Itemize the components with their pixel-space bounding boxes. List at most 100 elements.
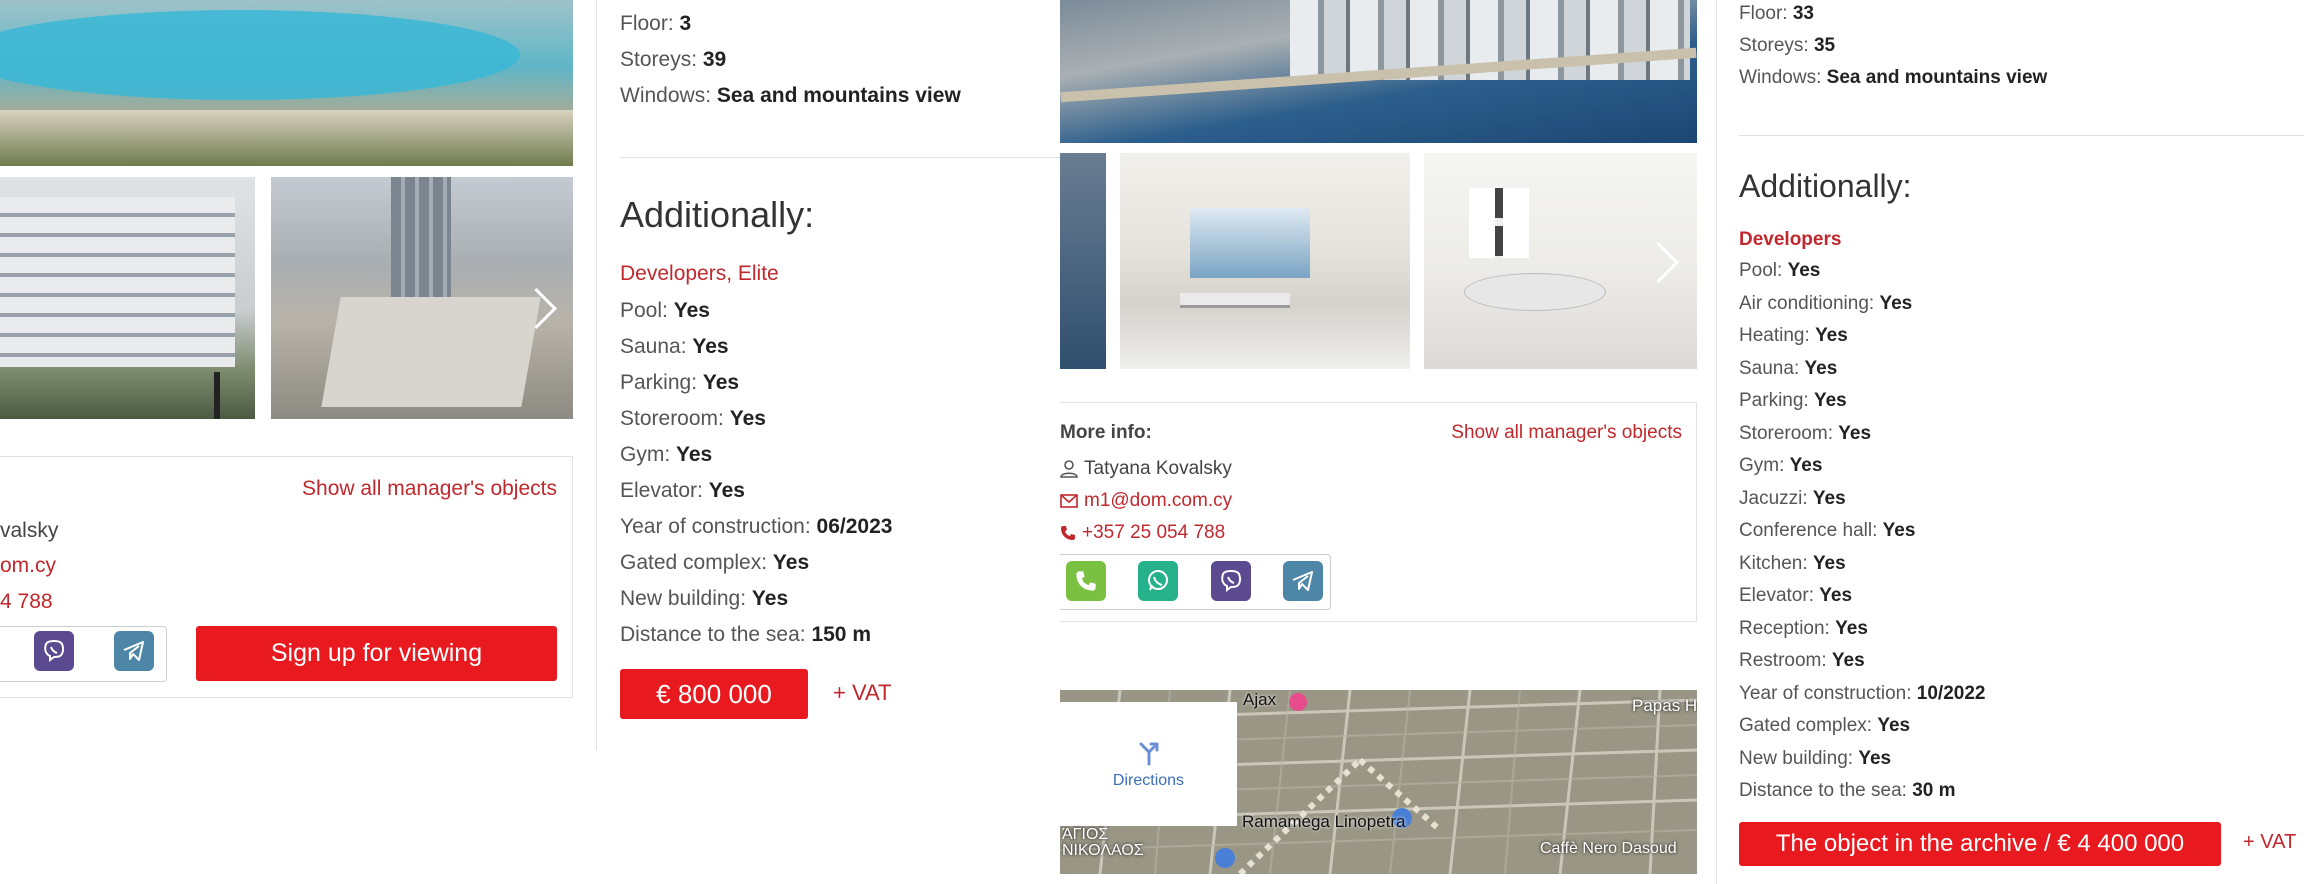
spec-floor: Floor: 3 <box>620 12 692 35</box>
tower-shape <box>391 177 451 297</box>
manager-email-left[interactable]: om.cy <box>0 554 56 578</box>
sign-up-for-viewing-button[interactable]: Sign up for viewing <box>196 626 557 681</box>
spec-windows-right: Windows: Sea and mountains view <box>1739 67 2048 88</box>
archive-price-badge: The object in the archive / € 4 400 000 <box>1739 822 2221 866</box>
additionally-heading-right: Additionally: <box>1739 168 1912 204</box>
spec-windows: Windows: Sea and mountains view <box>620 84 961 107</box>
spec-storeys-right: Storeys: 35 <box>1739 35 1836 56</box>
feature-reception: Reception: Yes <box>1739 617 1868 639</box>
feature-kitchen: Kitchen: Yes <box>1739 552 1846 574</box>
envelope-icon <box>1060 494 1078 508</box>
gallery-next-arrow-icon[interactable] <box>1637 241 1680 284</box>
feature-year-of-construction: Year of construction: 06/2023 <box>620 515 893 538</box>
feature-conference-hall: Conference hall: Yes <box>1739 520 1916 541</box>
feature-jacuzzi: Jacuzzi: Yes <box>1739 487 1846 509</box>
feature-elevator-right: Elevator: Yes <box>1739 585 1853 606</box>
feature-storeroom: Storeroom: Yes <box>620 407 766 430</box>
phone-icon <box>1061 526 1075 540</box>
manager-email-right[interactable]: m1@dom.com.cy <box>1060 490 1232 512</box>
listing-thumb-dining[interactable] <box>1120 153 1410 369</box>
feature-parking: Parking: Yes <box>620 371 740 394</box>
more-info-label: More info: <box>1060 422 1152 443</box>
show-all-manager-objects-link-left[interactable]: Show all manager's objects <box>292 477 557 501</box>
listing-thumb-building[interactable] <box>0 177 255 419</box>
section-divider-right <box>1739 135 2304 136</box>
feature-sauna-right: Sauna: Yes <box>1739 357 1838 379</box>
map-label-ajax: Ajax <box>1243 690 1277 709</box>
additionally-heading-middle: Additionally: <box>620 194 815 235</box>
phone-icon <box>1076 571 1096 591</box>
telegram-icon <box>123 641 144 661</box>
manager-email-text: m1@dom.com.cy <box>1084 490 1233 511</box>
whatsapp-icon <box>1148 570 1168 591</box>
column-divider-left <box>596 0 597 750</box>
telegram-icon <box>1292 571 1313 591</box>
building-facade <box>0 197 235 367</box>
manager-name-left: valsky <box>0 519 59 542</box>
section-divider-middle <box>620 157 1060 158</box>
directions-icon <box>1139 742 1158 766</box>
manager-name-right: Tatyana Kovalsky <box>1060 458 1232 480</box>
directions-panel[interactable]: Directions <box>1060 702 1237 826</box>
feature-sauna: Sauna: Yes <box>620 335 729 358</box>
viber-icon <box>1221 570 1242 592</box>
map-label-linopetra: Ramamega Linopetra <box>1242 812 1406 831</box>
viber-button-right[interactable] <box>1211 561 1251 601</box>
listing-main-photo-left[interactable] <box>0 0 573 166</box>
map-label-caffe: Caffè Nero Dasoud <box>1540 840 1677 857</box>
telegram-button-left[interactable] <box>114 631 154 671</box>
spec-floor-right: Floor: 33 <box>1739 3 1814 24</box>
feature-distance-to-sea: Distance to the sea: 150 m <box>620 623 871 646</box>
feature-gym-right: Gym: Yes <box>1739 455 1823 476</box>
wall-art <box>1469 188 1529 258</box>
directions-label: Directions <box>1112 772 1185 789</box>
manager-name-text: Tatyana Kovalsky <box>1084 458 1232 479</box>
column-divider-right <box>1716 0 1717 884</box>
manager-phone-text: +357 25 054 788 <box>1082 522 1226 543</box>
round-table <box>1464 273 1606 311</box>
features-list-right: Pool: Yes Air conditioning: Yes Heating:… <box>1739 260 1985 813</box>
gallery-scroll-handle[interactable] <box>214 372 220 419</box>
feature-heating: Heating: Yes <box>1739 325 1848 346</box>
whatsapp-button-right[interactable] <box>1138 561 1178 601</box>
feature-parking-right: Parking: Yes <box>1739 390 1847 411</box>
feature-pool-right: Pool: Yes <box>1739 260 1821 281</box>
category-link-right[interactable]: Developers <box>1739 229 1841 251</box>
feature-distance-to-sea-right: Distance to the sea: 30 m <box>1739 780 1956 801</box>
show-all-manager-objects-link-right[interactable]: Show all manager's objects <box>1400 422 1682 444</box>
window-sea-view <box>1190 208 1310 278</box>
feature-elevator: Elevator: Yes <box>620 479 745 502</box>
manager-phone-left[interactable]: 4 788 <box>0 590 53 614</box>
dining-table <box>1180 293 1290 308</box>
feature-new-building-right: New building: Yes <box>1739 747 1892 769</box>
location-map[interactable]: Directions Ajax Papas H Ramamega Linopet… <box>1060 690 1697 874</box>
viber-icon <box>44 640 65 662</box>
listing-thumb-kitchen[interactable] <box>1424 153 1697 369</box>
spec-storeys: Storeys: 39 <box>620 48 727 71</box>
feature-gated-complex-right: Gated complex: Yes <box>1739 715 1911 736</box>
feature-gym: Gym: Yes <box>620 443 713 466</box>
feature-pool: Pool: Yes <box>620 299 710 322</box>
pool-shape <box>0 10 520 100</box>
map-label-nikolaos: ΝΙΚΟΛΑΟΣ <box>1062 842 1144 859</box>
feature-gated-complex: Gated complex: Yes <box>620 551 810 574</box>
telegram-button-right[interactable] <box>1283 561 1323 601</box>
manager-phone-right[interactable]: +357 25 054 788 <box>1060 522 1225 544</box>
feature-restroom: Restroom: Yes <box>1739 650 1865 671</box>
call-button-right[interactable] <box>1066 561 1106 601</box>
terrace-shape <box>0 110 573 166</box>
feature-storeroom-right: Storeroom: Yes <box>1739 422 1872 444</box>
user-icon <box>1060 460 1078 478</box>
map-label-papas: Papas H <box>1632 696 1697 715</box>
vat-label-middle: + VAT <box>833 680 892 705</box>
construction-pit <box>321 297 541 407</box>
vat-label-right: + VAT <box>2243 831 2297 853</box>
feature-new-building: New building: Yes <box>620 587 789 610</box>
listing-main-photo-right[interactable] <box>1060 0 1697 143</box>
feature-year-of-construction-right: Year of construction: 10/2022 <box>1739 682 1986 704</box>
category-link-middle[interactable]: Developers, Elite <box>620 262 779 286</box>
listing-thumb-aerial-right[interactable] <box>1060 153 1106 369</box>
price-badge-middle: € 800 000 <box>620 669 808 719</box>
viber-button-left[interactable] <box>34 631 74 671</box>
feature-air-conditioning: Air conditioning: Yes <box>1739 292 1913 314</box>
